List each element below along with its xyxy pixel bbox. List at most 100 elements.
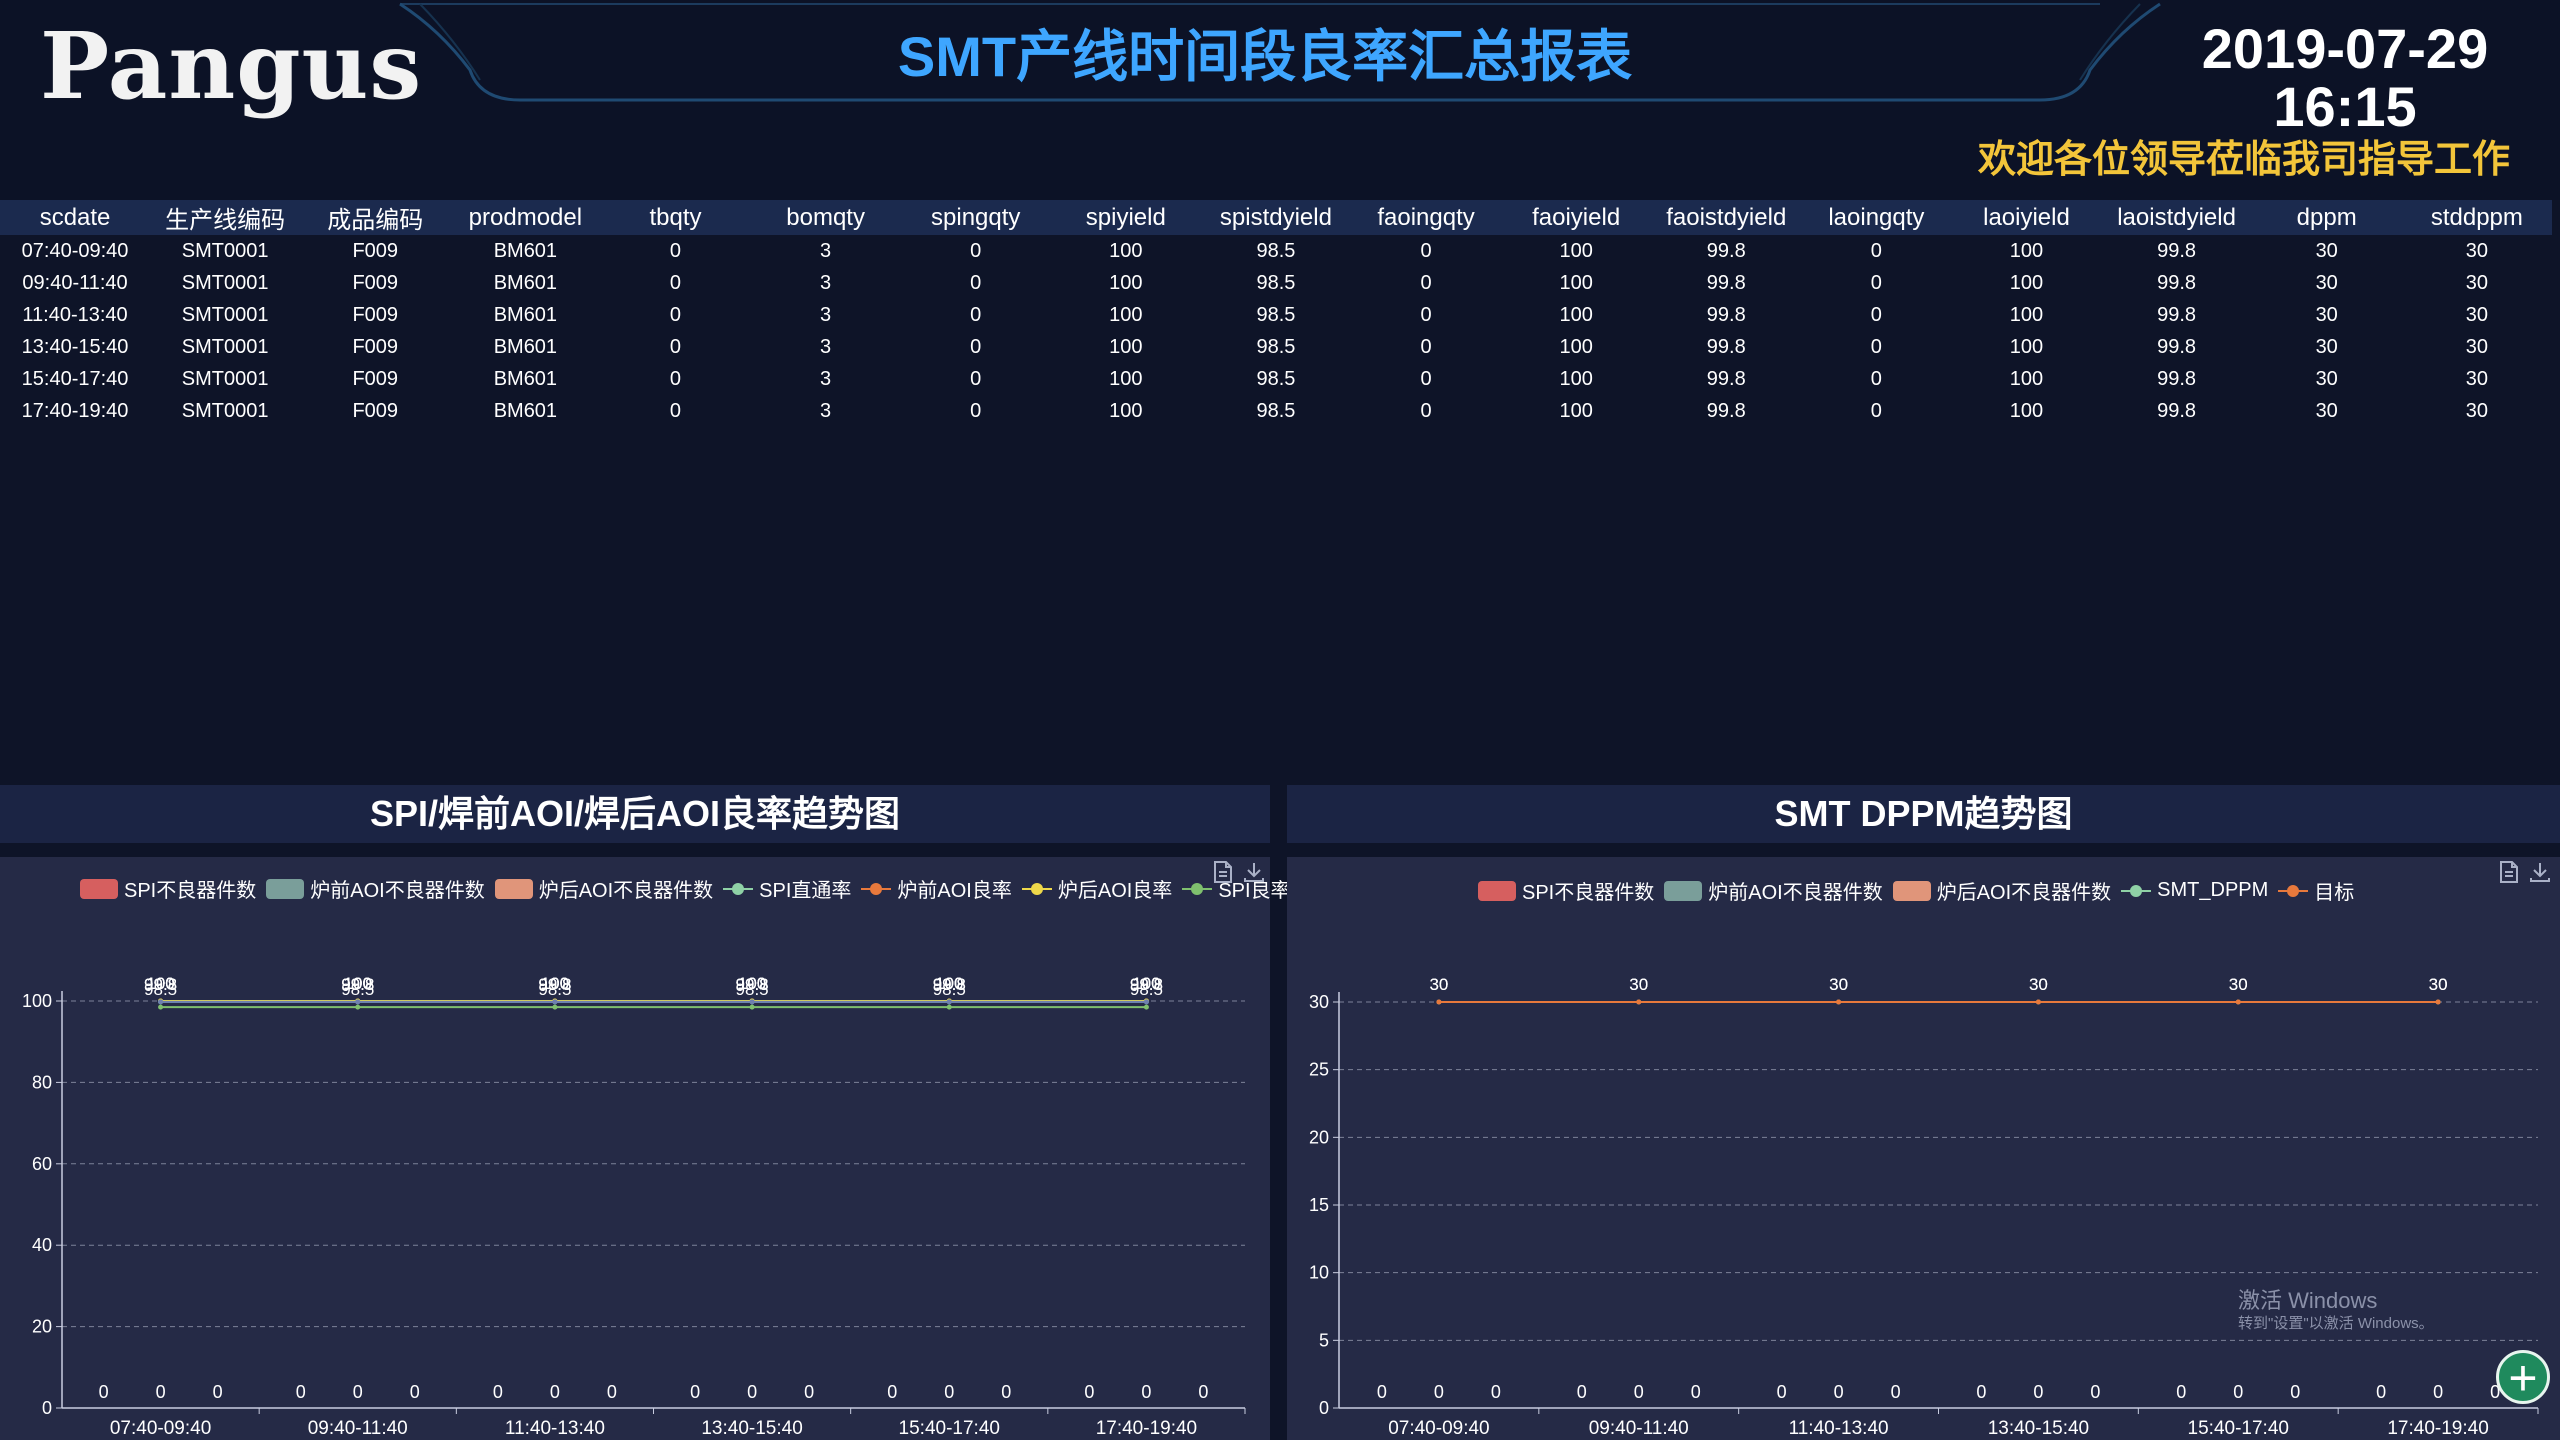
legend-label: 炉前AOI不良器件数 [1708, 882, 1883, 904]
column-header: prodmodel [450, 200, 601, 235]
column-header: faoiyield [1501, 200, 1652, 235]
table-cell: 99.8 [2157, 303, 2197, 326]
y-tick-label: 0 [42, 1398, 52, 1418]
bar-value-label: 0 [1198, 1382, 1208, 1402]
bar-value-label: 0 [2433, 1382, 2443, 1402]
table-cell: 0 [669, 367, 682, 390]
legend-label: 炉后AOI良率 [1057, 880, 1173, 902]
series-point [552, 1004, 558, 1010]
x-tick-label: 15:40-17:40 [2188, 1418, 2289, 1439]
legend-item[interactable]: SPI直通率 [723, 874, 851, 903]
bar-value-label: 0 [2376, 1382, 2386, 1402]
table-cell: 100 [1559, 239, 1593, 262]
series-point [2235, 999, 2241, 1005]
table-cell: 99.8 [2157, 271, 2197, 294]
bar-value-label: 0 [887, 1382, 897, 1402]
series-point [1836, 999, 1842, 1005]
table-cell: 30 [2465, 335, 2488, 358]
column-header: 生产线编码 [150, 200, 301, 235]
table-cell: 98.5 [1256, 239, 1296, 262]
series-point [552, 999, 558, 1005]
table-cell: F009 [352, 239, 399, 262]
legend-label: 目标 [2314, 882, 2355, 904]
table-cell: 3 [820, 303, 832, 326]
x-tick-label: 09:40-11:40 [308, 1418, 408, 1439]
series-point [946, 999, 952, 1005]
legend-label: SPI不良器件数 [124, 880, 257, 902]
download-icon[interactable] [2528, 860, 2552, 891]
table-cell: 17:40-19:40 [21, 399, 129, 422]
y-tick-label: 0 [1319, 1398, 1329, 1418]
column-header: scdate [0, 200, 151, 235]
table-row: 07:40-09:40 SMT0001 F009 BM601 0 3 0 100 98.5 0 10… [0, 235, 2552, 267]
table-cell: 0 [669, 239, 682, 262]
series-point [1143, 999, 1149, 1005]
y-tick-label: 100 [22, 991, 52, 1011]
legend-item[interactable]: SMT_DPPM [2121, 879, 2268, 902]
header-bar: Pangus SMT产线时间段良率汇总报表 2019-07-29 16:15 欢… [0, 0, 2560, 200]
legend-item[interactable]: 炉后AOI不良器件数 [494, 874, 713, 903]
series-point [355, 1004, 361, 1010]
bar-value-label: 0 [213, 1382, 223, 1402]
add-icon[interactable]: + [2496, 1350, 2550, 1404]
table-cell: F009 [352, 367, 399, 390]
point-value-label: 30 [1829, 975, 1848, 994]
x-tick-label: 15:40-17:40 [899, 1418, 1000, 1439]
series-point [158, 1004, 164, 1010]
x-tick-label: 13:40-15:40 [1988, 1418, 2089, 1439]
y-tick-label: 10 [1309, 1263, 1329, 1283]
series-point [2435, 999, 2441, 1005]
y-tick-label: 60 [32, 1154, 52, 1174]
x-tick-label: 13:40-15:40 [701, 1418, 802, 1439]
table-cell: 0 [1870, 367, 1882, 390]
table-cell: 99.8 [1706, 239, 1746, 262]
bar-value-label: 0 [410, 1382, 420, 1402]
legend-item[interactable]: 炉前AOI不良器件数 [1664, 876, 1883, 905]
table-cell: SMT0001 [181, 271, 269, 294]
legend-line-swatch [1021, 879, 1052, 899]
table-cell: 99.8 [1706, 271, 1746, 294]
column-header: dppm [2251, 200, 2402, 235]
bar-value-label: 0 [156, 1382, 166, 1402]
point-value-label: 30 [2429, 975, 2448, 994]
x-tick-label: 09:40-11:40 [1589, 1418, 1689, 1439]
legend-line-swatch [861, 879, 892, 899]
table-cell: F009 [352, 271, 399, 294]
legend-item[interactable]: 炉前AOI良率 [861, 874, 1012, 903]
legend-item[interactable]: SPI不良器件数 [1478, 876, 1654, 905]
legend-item[interactable]: 炉前AOI不良器件数 [266, 874, 485, 903]
legend-item[interactable]: 炉后AOI不良器件数 [1892, 876, 2112, 905]
point-value-label: 99.8 [1130, 975, 1163, 994]
bar-value-label: 0 [493, 1382, 503, 1402]
table-row: 17:40-19:40 SMT0001 F009 BM601 0 3 0 100 98.5 0 10… [0, 395, 2552, 427]
table-cell: 0 [1870, 303, 1882, 326]
table-cell: 0 [669, 303, 682, 326]
data-view-icon[interactable] [2498, 860, 2520, 891]
series-point [355, 999, 361, 1005]
x-tick-label: 07:40-09:40 [1388, 1418, 1489, 1439]
legend-label: 炉前AOI不良器件数 [310, 880, 485, 902]
series-point [1636, 999, 1642, 1005]
table-cell: 0 [970, 367, 982, 390]
legend-line-swatch [1182, 879, 1213, 899]
table-cell: 0 [970, 239, 982, 262]
x-tick-label: 11:40-13:40 [1789, 1418, 1889, 1439]
table-cell: 99.8 [1706, 399, 1746, 422]
column-header: laoistdyield [2101, 200, 2252, 235]
legend-label: 炉后AOI不良器件数 [1936, 882, 2112, 904]
legend-item[interactable]: SPI不良器件数 [80, 874, 256, 903]
legend-item[interactable]: 目标 [2278, 876, 2354, 905]
y-tick-label: 15 [1309, 1195, 1329, 1215]
table-cell: 30 [2465, 367, 2488, 390]
column-header: 成品编码 [300, 200, 451, 235]
table-row: 11:40-13:40 SMT0001 F009 BM601 0 3 0 100 98.5 0 10… [0, 299, 2552, 331]
data-view-icon[interactable] [1212, 860, 1234, 891]
table-cell: 3 [820, 271, 832, 294]
table-cell: 0 [970, 271, 982, 294]
table-cell: 0 [669, 399, 682, 422]
table-cell: SMT0001 [181, 399, 269, 422]
legend-item[interactable]: 炉后AOI良率 [1021, 874, 1173, 903]
yield-trend-title: SPI/焊前AOI/焊后AOI良率趋势图 [0, 785, 1270, 843]
table-cell: 30 [2315, 367, 2338, 390]
download-icon[interactable] [1242, 860, 1266, 891]
